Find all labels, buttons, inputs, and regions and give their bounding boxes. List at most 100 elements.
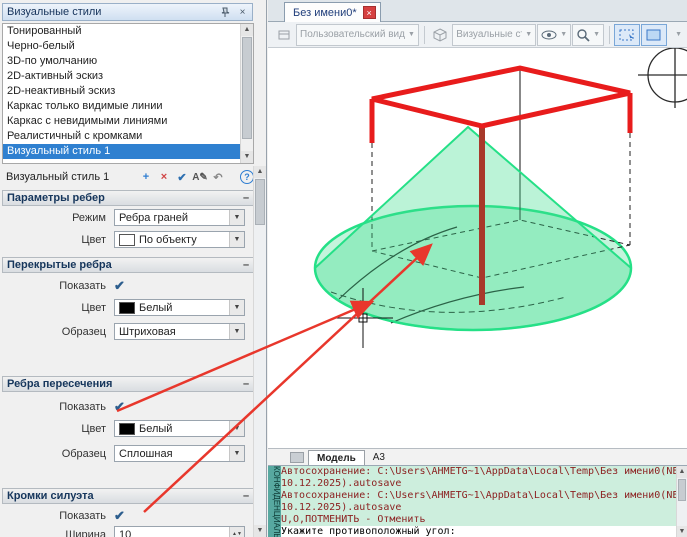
row-label: Режим xyxy=(2,212,106,224)
section-header-intersection-edges[interactable]: Ребра пересечения – xyxy=(2,376,254,392)
toolbar-overflow-icon[interactable]: ▼ xyxy=(668,24,686,46)
section-header-edge-parameters[interactable]: Параметры ребер – xyxy=(2,190,254,206)
delete-style-icon[interactable]: × xyxy=(156,169,172,185)
section-title: Параметры ребер xyxy=(3,192,239,204)
list-item[interactable]: Реалистичный с кромками xyxy=(3,129,253,144)
zoom-icon[interactable]: ▼ xyxy=(572,24,604,46)
drawing-canvas[interactable] xyxy=(268,48,687,448)
command-history-line: 10.12.2025).autosave xyxy=(281,502,676,514)
drawing-viewport[interactable] xyxy=(268,48,687,448)
chevron-down-icon[interactable]: ▼ xyxy=(229,421,244,436)
sheet-tab-model[interactable]: Модель xyxy=(308,450,365,465)
occluded-pattern-dropdown[interactable]: Штриховая ▼ xyxy=(114,323,245,340)
current-style-label: Визуальный стиль 1 xyxy=(2,171,136,183)
checkbox-checked-icon[interactable]: ✔ xyxy=(114,399,125,415)
list-item[interactable]: 2D-неактивный эскиз xyxy=(3,84,253,99)
intersection-pattern-dropdown[interactable]: Сплошная ▼ xyxy=(114,445,245,462)
row-show-intersection: Показать ✔ xyxy=(2,398,254,418)
view-dropdown[interactable]: Пользовательский вид ▼ xyxy=(296,24,419,46)
chevron-down-icon[interactable]: ▼ xyxy=(229,300,244,315)
help-icon[interactable]: ? xyxy=(240,170,254,184)
visual-style-list: Тонированный Черно-белый 3D-по умолчанию… xyxy=(2,23,254,164)
checkbox-checked-icon[interactable]: ✔ xyxy=(114,508,125,524)
collapse-icon[interactable]: – xyxy=(239,192,253,204)
box-top-face-edges[interactable] xyxy=(372,68,630,126)
edge-color-dropdown[interactable]: По объекту ▼ xyxy=(114,231,245,248)
rename-style-icon[interactable]: A✎ xyxy=(192,169,208,185)
list-item[interactable]: Каркас только видимые линии xyxy=(3,99,253,114)
command-history[interactable]: Автосохранение: C:\Users\AHMETG~1\AppDat… xyxy=(281,466,676,537)
document-tab[interactable]: Без имени0* × xyxy=(284,2,381,22)
pin-icon[interactable] xyxy=(218,5,233,19)
checkbox-checked-icon[interactable]: ✔ xyxy=(114,278,125,294)
panel-scrollbar[interactable]: ▲ ▼ xyxy=(253,166,266,537)
close-icon[interactable]: × xyxy=(235,5,250,19)
row-label: Образец xyxy=(2,326,106,338)
scroll-thumb[interactable] xyxy=(678,479,686,501)
sheet-list-icon[interactable] xyxy=(290,452,304,463)
tab-close-icon[interactable]: × xyxy=(363,6,376,19)
section-header-occluded-edges[interactable]: Перекрытые ребра – xyxy=(2,257,254,273)
scroll-up-icon[interactable]: ▲ xyxy=(677,466,687,478)
circle-entity[interactable] xyxy=(638,48,687,108)
command-history-line: Автосохранение: C:\Users\AHMETG~1\AppDat… xyxy=(281,490,676,502)
scroll-down-icon[interactable]: ▼ xyxy=(677,526,687,537)
mode-dropdown[interactable]: Ребра граней ▼ xyxy=(114,209,245,226)
select-crossing-button[interactable] xyxy=(641,24,667,46)
scroll-up-icon[interactable]: ▲ xyxy=(241,24,253,36)
scroll-thumb[interactable] xyxy=(255,179,265,225)
named-view-icon[interactable] xyxy=(273,24,295,46)
scroll-down-icon[interactable]: ▼ xyxy=(254,525,266,537)
row-occluded-color: Цвет Белый ▼ xyxy=(2,299,254,319)
chevron-down-icon[interactable]: ▼ xyxy=(229,324,244,339)
command-prompt[interactable]: Укажите противоположный угол: xyxy=(281,526,676,537)
document-tab-label: Без имени0* xyxy=(293,7,357,19)
row-label: Образец xyxy=(2,448,106,460)
scroll-thumb[interactable] xyxy=(242,37,252,139)
application-window: Визуальные стили × Тонированный Черно-бе… xyxy=(0,0,687,537)
chevron-down-icon[interactable]: ▼ xyxy=(229,446,244,461)
collapse-icon[interactable]: – xyxy=(239,378,253,390)
chevron-down-icon: ▼ xyxy=(593,31,600,38)
list-item[interactable]: Черно-белый xyxy=(3,39,253,54)
chevron-down-icon[interactable]: ▼ xyxy=(229,232,244,247)
list-item[interactable]: 2D-активный эскиз xyxy=(3,69,253,84)
collapse-icon[interactable]: – xyxy=(239,259,253,271)
dropdown-value: Штриховая xyxy=(119,326,229,338)
chevron-down-icon[interactable]: ▼ xyxy=(229,210,244,225)
row-color: Цвет По объекту ▼ xyxy=(2,231,254,251)
color-swatch-black xyxy=(119,302,135,314)
scroll-down-icon[interactable]: ▼ xyxy=(241,151,253,163)
list-item[interactable]: Тонированный xyxy=(3,24,253,39)
list-item[interactable]: 3D-по умолчанию xyxy=(3,54,253,69)
command-scrollbar[interactable]: ▲ ▼ xyxy=(676,466,687,537)
chevron-down-icon: ▼ xyxy=(525,31,532,38)
intersection-color-dropdown[interactable]: Белый ▼ xyxy=(114,420,245,437)
occluded-color-dropdown[interactable]: Белый ▼ xyxy=(114,299,245,316)
green-cone-surface[interactable] xyxy=(315,127,631,330)
undo-icon[interactable]: ↶ xyxy=(210,169,226,185)
apply-style-icon[interactable]: ✔ xyxy=(174,169,190,185)
toolbar-separator xyxy=(609,26,610,44)
row-label: Цвет xyxy=(2,234,106,246)
width-spinner[interactable]: 10 ▲▼ xyxy=(114,526,245,537)
section-title: Перекрытые ребра xyxy=(3,259,239,271)
row-label: Ширина xyxy=(2,529,106,537)
sheet-tab-a3[interactable]: A3 xyxy=(365,450,393,465)
visual-style-cube-icon[interactable] xyxy=(429,24,451,46)
visibility-eye-icon[interactable]: ▼ xyxy=(537,24,571,46)
list-item-selected[interactable]: Визуальный стиль 1 xyxy=(3,144,253,159)
list-scrollbar[interactable]: ▲ ▼ xyxy=(240,24,253,163)
visual-style-dropdown[interactable]: Визуальные сти...1 ▼ xyxy=(452,24,536,46)
toolbar-separator xyxy=(424,26,425,44)
spinner-arrows-icon[interactable]: ▲▼ xyxy=(229,527,244,537)
document-area: Без имени0* × Пользовательский вид ▼ Виз… xyxy=(268,0,687,537)
row-intersection-pattern: Образец Сплошная ▼ xyxy=(2,445,254,465)
select-window-button[interactable] xyxy=(614,24,640,46)
row-show-occluded: Показать ✔ xyxy=(2,277,254,297)
add-style-icon[interactable]: + xyxy=(138,169,154,185)
scroll-up-icon[interactable]: ▲ xyxy=(254,166,266,178)
collapse-icon[interactable]: – xyxy=(239,490,253,502)
list-item[interactable]: Каркас с невидимыми линиями xyxy=(3,114,253,129)
section-header-silhouette-edges[interactable]: Кромки силуэта – xyxy=(2,488,254,504)
